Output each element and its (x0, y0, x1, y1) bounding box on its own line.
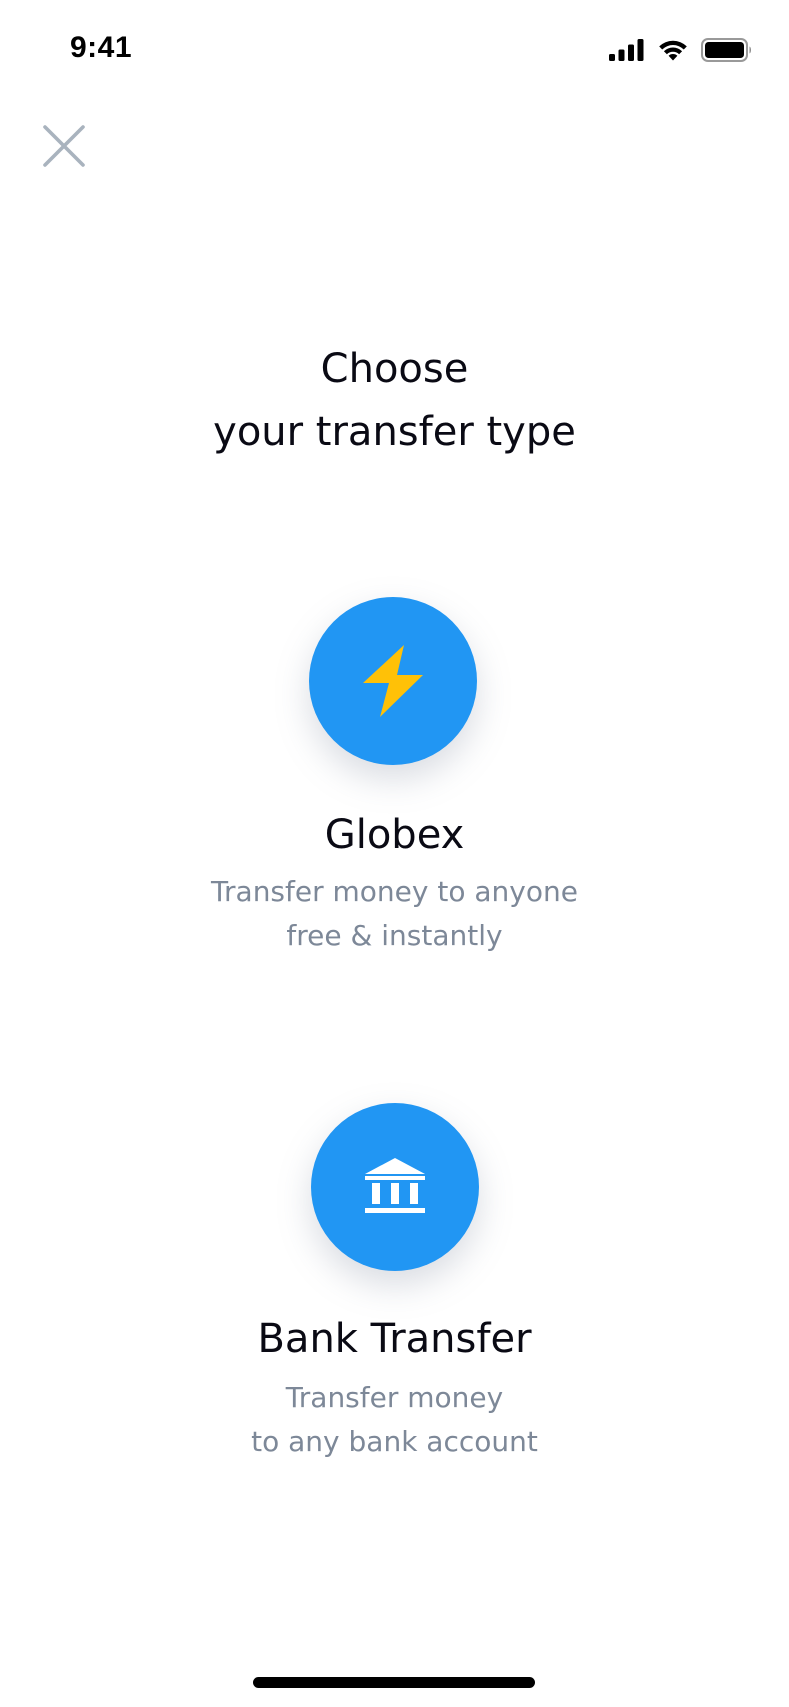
globex-description-line2: free & instantly (286, 919, 503, 952)
close-icon (43, 125, 85, 167)
globex-title: Globex (324, 812, 465, 858)
globex-icon-button[interactable] (309, 597, 477, 765)
signal-icon (609, 39, 644, 61)
bank-transfer-description-line1: Transfer money (285, 1381, 504, 1414)
lightning-bolt-icon (363, 645, 423, 717)
wifi-icon (659, 40, 687, 61)
bank-transfer-description-line2: to any bank account (251, 1425, 538, 1458)
bank-transfer-description: Transfer money to any bank account (0, 1376, 789, 1464)
battery-icon (701, 38, 751, 62)
page-title: Choose your transfer type (0, 338, 789, 464)
page-title-line1: Choose (320, 346, 469, 392)
globex-description-line1: Transfer money to anyone (211, 875, 578, 908)
page-title-line2: your transfer type (213, 409, 576, 455)
bank-transfer-icon-button[interactable] (311, 1103, 479, 1271)
close-button[interactable] (40, 122, 88, 170)
bank-icon (365, 1158, 425, 1213)
bank-transfer-title: Bank Transfer (257, 1316, 532, 1362)
home-indicator[interactable] (253, 1677, 535, 1688)
globex-description: Transfer money to anyone free & instantl… (0, 870, 789, 958)
status-time: 9:41 (70, 31, 133, 64)
status-icons (609, 36, 753, 64)
